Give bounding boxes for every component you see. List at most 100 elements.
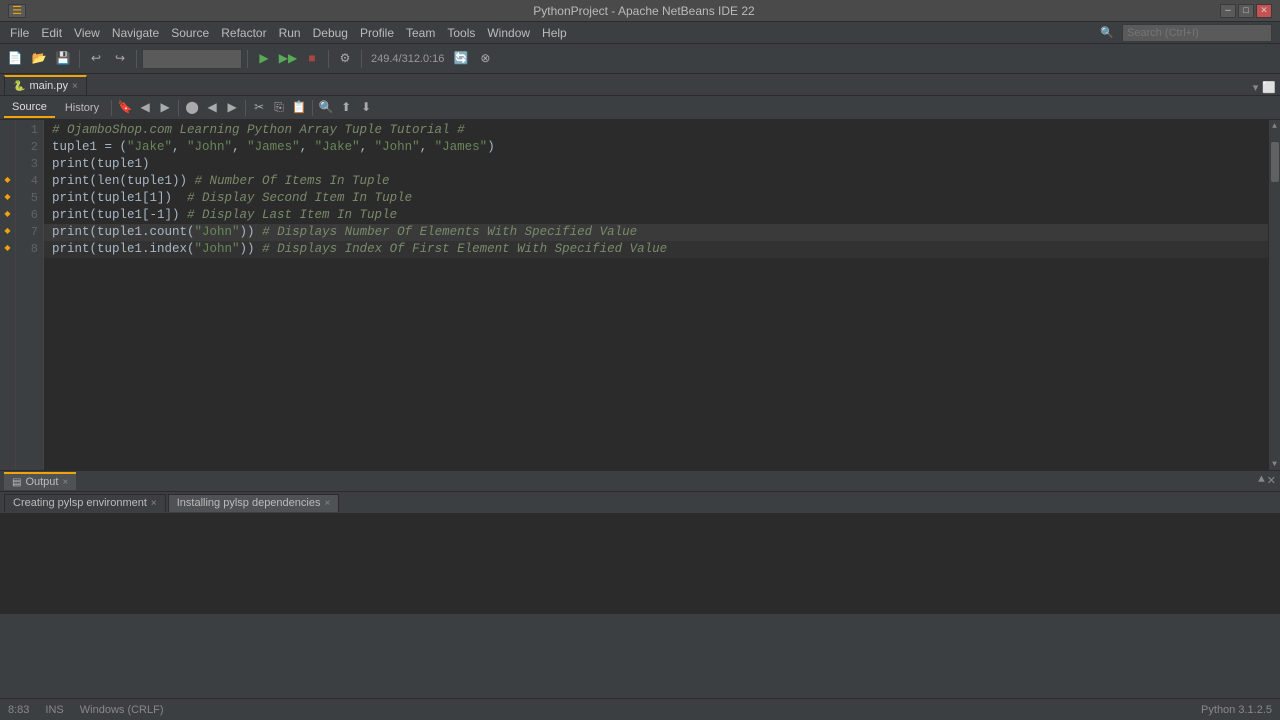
save-button[interactable]: 💾 xyxy=(52,48,74,70)
scroll-up-button[interactable]: ▲ xyxy=(1269,120,1280,132)
cancel-button[interactable]: ⊗ xyxy=(474,48,496,70)
menu-help[interactable]: Help xyxy=(536,24,573,42)
pylsp-env-tab-label: Creating pylsp environment xyxy=(13,497,147,509)
output-tab-icon: ▤ xyxy=(12,477,21,488)
menu-refactor[interactable]: Refactor xyxy=(215,24,272,42)
menu-window[interactable]: Window xyxy=(481,24,536,42)
code-print-len: print(len(tuple1)) xyxy=(52,173,195,190)
find-button[interactable]: 🔍 xyxy=(317,99,335,117)
new-project-button[interactable]: 📄 xyxy=(4,48,26,70)
find-prev-button[interactable]: ⬆ xyxy=(337,99,355,117)
prev-bookmark-button[interactable]: ◀ xyxy=(136,99,154,117)
menu-edit[interactable]: Edit xyxy=(35,24,68,42)
toggle-breakpoint-button[interactable]: ⬤ xyxy=(183,99,201,117)
file-tab-icon: 🐍 xyxy=(13,81,25,92)
code-print-count-pre: print(tuple1.count( xyxy=(52,224,195,241)
lm-5: ◆ xyxy=(0,188,15,205)
open-project-button[interactable]: 📂 xyxy=(28,48,50,70)
profile-button[interactable]: ⚙ xyxy=(334,48,356,70)
stop-button[interactable]: ■ xyxy=(301,48,323,70)
panel-expand-controls: ▲ ✕ xyxy=(1258,474,1276,488)
toggle-bookmark-button[interactable]: 🔖 xyxy=(116,99,134,117)
scroll-down-button[interactable]: ▼ xyxy=(1269,458,1280,470)
paste-button[interactable]: 📋 xyxy=(290,99,308,117)
tabs-maximize-button[interactable]: ⬜ xyxy=(1262,81,1276,95)
panel-expand-button[interactable]: ▲ xyxy=(1258,474,1265,488)
file-tab-close[interactable]: × xyxy=(72,81,78,92)
lm-6: ◆ xyxy=(0,205,15,222)
copy-button[interactable]: ⎘ xyxy=(270,99,288,117)
status-cursor: 8:83 xyxy=(8,704,29,716)
refresh-button[interactable]: 🔄 xyxy=(450,48,472,70)
code-line-2: tuple1 = ("Jake", "John", "James", "Jake… xyxy=(44,139,1268,156)
debug-button[interactable]: ▶▶ xyxy=(277,48,299,70)
prev-breakpoint-button[interactable]: ◀ xyxy=(203,99,221,117)
file-tabs: 🐍 main.py × ▾ ⬜ xyxy=(0,74,1280,96)
menu-profile[interactable]: Profile xyxy=(354,24,400,42)
pylsp-deps-tab-label: Installing pylsp dependencies xyxy=(177,497,321,509)
close-button[interactable]: ✕ xyxy=(1256,4,1272,18)
find-next-button[interactable]: ⬇ xyxy=(357,99,375,117)
tab-actions: ▾ ⬜ xyxy=(1253,81,1280,95)
ln-3: 3 xyxy=(16,156,38,173)
maximize-button[interactable]: □ xyxy=(1238,4,1254,18)
toolbar-separator-2 xyxy=(136,50,137,68)
code-print-index-post: )) xyxy=(240,241,263,258)
scroll-thumb[interactable] xyxy=(1271,142,1279,182)
pylsp-env-tab-close[interactable]: × xyxy=(151,498,157,509)
minimize-button[interactable]: ─ xyxy=(1220,4,1236,18)
output-subtabs: Creating pylsp environment × Installing … xyxy=(0,492,1280,514)
menu-run[interactable]: Run xyxy=(273,24,307,42)
output-panel-tabs: ▤ Output × ▲ ✕ xyxy=(0,470,1280,492)
tabs-menu-button[interactable]: ▾ xyxy=(1253,81,1259,95)
global-search-input[interactable] xyxy=(1122,24,1272,42)
cut-button[interactable]: ✂ xyxy=(250,99,268,117)
output-tab[interactable]: ▤ Output × xyxy=(4,472,76,490)
lm-1 xyxy=(0,120,15,137)
build-combo[interactable] xyxy=(142,49,242,69)
pylsp-deps-tab-close[interactable]: × xyxy=(324,498,330,509)
code-comma-3: , xyxy=(300,139,315,156)
ln-6: 6 xyxy=(16,207,38,224)
line-numbers: 1 2 3 4 5 6 7 8 xyxy=(16,120,44,470)
menu-file[interactable]: File xyxy=(4,24,35,42)
code-str-john1: "John" xyxy=(187,139,232,156)
code-line-3: print(tuple1) xyxy=(44,156,1268,173)
menu-navigate[interactable]: Navigate xyxy=(106,24,165,42)
source-tab[interactable]: Source xyxy=(4,98,55,118)
output-content xyxy=(0,514,1280,614)
menu-debug[interactable]: Debug xyxy=(307,24,354,42)
status-ins: INS xyxy=(45,704,63,716)
code-str-james2: "James" xyxy=(435,139,488,156)
pylsp-env-tab[interactable]: Creating pylsp environment × xyxy=(4,494,166,512)
titlebar: ☰ PythonProject - Apache NetBeans IDE 22… xyxy=(0,0,1280,22)
menu-view[interactable]: View xyxy=(68,24,106,42)
code-comma-4: , xyxy=(360,139,375,156)
subtoolbar-sep xyxy=(111,100,112,116)
history-tab[interactable]: History xyxy=(57,98,107,118)
code-str-jake1: "Jake" xyxy=(127,139,172,156)
lm-2 xyxy=(0,137,15,154)
redo-button[interactable]: ↪ xyxy=(109,48,131,70)
vertical-scrollbar[interactable]: ▲ ▼ xyxy=(1268,120,1280,470)
code-line-8: print(tuple1.index("John")) # Displays I… xyxy=(44,241,1268,258)
ln-2: 2 xyxy=(16,139,38,156)
undo-button[interactable]: ↩ xyxy=(85,48,107,70)
ln-5: 5 xyxy=(16,190,38,207)
scroll-track[interactable] xyxy=(1269,132,1280,458)
panel-close-button[interactable]: ✕ xyxy=(1267,474,1276,488)
output-tab-close[interactable]: × xyxy=(62,477,68,488)
code-editor[interactable]: # OjamboShop.com Learning Python Array T… xyxy=(44,120,1268,470)
next-breakpoint-button[interactable]: ▶ xyxy=(223,99,241,117)
window-controls: ─ □ ✕ xyxy=(1220,4,1272,18)
code-line-7: print(tuple1.count("John")) # Displays N… xyxy=(44,224,1268,241)
code-str-john-count: "John" xyxy=(195,224,240,241)
menu-tools[interactable]: Tools xyxy=(441,24,481,42)
pylsp-deps-tab[interactable]: Installing pylsp dependencies × xyxy=(168,494,340,512)
run-button[interactable]: ▶ xyxy=(253,48,275,70)
file-tab-main-py[interactable]: 🐍 main.py × xyxy=(4,75,87,95)
code-str-john2: "John" xyxy=(375,139,420,156)
menu-team[interactable]: Team xyxy=(400,24,441,42)
next-bookmark-button[interactable]: ▶ xyxy=(156,99,174,117)
menu-source[interactable]: Source xyxy=(165,24,215,42)
